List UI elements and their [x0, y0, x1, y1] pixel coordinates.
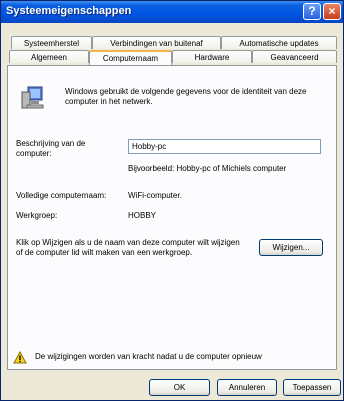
help-button[interactable]: ? — [303, 3, 321, 20]
ok-button[interactable]: OK — [149, 379, 210, 396]
workgroup-label: Werkgroep: — [16, 211, 58, 220]
tab-hardware[interactable]: Hardware — [172, 50, 252, 63]
example-text: Bijvoorbeeld: Hobby-pc of Michiels compu… — [128, 164, 287, 173]
title-bar[interactable]: Systeemeigenschappen ? × — [1, 1, 343, 23]
apply-button[interactable]: Toepassen — [283, 379, 341, 396]
tab-computernaam[interactable]: Computernaam — [89, 50, 172, 65]
tab-algemeen[interactable]: Algemeen — [9, 50, 89, 63]
fullname-label: Volledige computernaam: — [16, 191, 107, 200]
tab-systeemherstel[interactable]: Systeemherstel — [11, 36, 92, 49]
computer-icon — [21, 86, 44, 109]
workgroup-value: HOBBY — [128, 211, 157, 220]
fullname-value: WiFi-computer. — [128, 191, 182, 200]
change-info-text: Klik op Wijzigen als u de naam van deze … — [16, 238, 240, 257]
description-label: Beschrijving van de computer: — [16, 139, 86, 158]
description-input[interactable] — [128, 139, 321, 154]
change-button[interactable]: Wijzigen... — [259, 239, 323, 256]
warning-icon — [13, 351, 27, 364]
intro-text: Windows gebruikt de volgende gegevens vo… — [65, 87, 307, 106]
system-properties-window: Systeemeigenschappen ? × Systeemherstel … — [0, 0, 344, 401]
tab-verbindingen[interactable]: Verbindingen van buitenaf — [92, 36, 221, 49]
tab-automatische-updates[interactable]: Automatische updates — [221, 36, 337, 49]
tab-geavanceerd[interactable]: Geavanceerd — [252, 50, 337, 63]
warning-text: De wijzigingen worden van kracht nadat u… — [35, 352, 262, 361]
window-title: Systeemeigenschappen — [6, 5, 132, 17]
close-button[interactable]: × — [323, 3, 341, 20]
cancel-button[interactable]: Annuleren — [217, 379, 277, 396]
